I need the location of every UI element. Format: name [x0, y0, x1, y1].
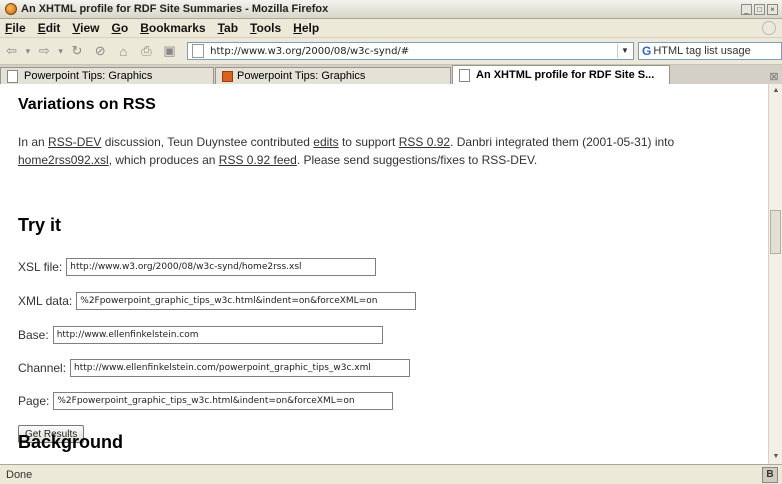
menu-tools[interactable]: Tools	[250, 21, 281, 35]
scroll-thumb[interactable]	[770, 210, 781, 254]
menu-file[interactable]: File	[5, 21, 26, 35]
row-channel: Channel:	[18, 359, 411, 377]
page-icon	[7, 69, 18, 83]
google-search-icon[interactable]: G	[642, 44, 651, 58]
page-icon	[192, 44, 205, 58]
forward-arrow-icon[interactable]: ⇨	[37, 43, 52, 59]
page-label: Page:	[18, 394, 50, 408]
url-text[interactable]: http://www.w3.org/2000/08/w3c-synd/#	[210, 46, 617, 57]
status-text: Done	[6, 468, 33, 481]
menu-bar: File Edit View Go Bookmarks Tab Tools He…	[0, 19, 782, 38]
status-badge[interactable]: B	[762, 466, 778, 483]
link-home2rss092[interactable]: home2rss092.xsl	[18, 153, 109, 167]
back-arrow-icon[interactable]: ⇦	[4, 43, 19, 59]
url-dropdown-icon[interactable]: ▼	[617, 44, 632, 58]
scroll-down-icon[interactable]: ▼	[770, 451, 782, 463]
intro-paragraph: In an RSS-DEV discussion, Teun Duynstee …	[18, 135, 675, 167]
xsl-file-label: XSL file:	[18, 260, 63, 274]
link-edits[interactable]: edits	[313, 135, 338, 149]
menu-help[interactable]: Help	[293, 21, 319, 35]
throbber-icon	[762, 21, 776, 35]
forward-dropdown-icon[interactable]: ▾	[57, 46, 65, 57]
row-xml-data: XML data:	[18, 292, 417, 310]
link-rss-092[interactable]: RSS 0.92	[399, 135, 450, 149]
tab-xhtml-profile[interactable]: An XHTML profile for RDF Site S...	[452, 65, 670, 84]
base-label: Base:	[18, 328, 49, 342]
navigation-toolbar: ⇦ ▾ ⇨ ▾ ↻ ⊘ ⌂ ⎙ ▣ http://www.w3.org/2000…	[0, 38, 782, 65]
xml-data-label: XML data:	[18, 294, 73, 308]
page-icon	[459, 68, 470, 82]
xml-data-input[interactable]	[76, 292, 417, 310]
tab-powerpoint-tips-1[interactable]: Powerpoint Tips: Graphics	[0, 67, 214, 84]
close-tab-icon[interactable]: ⊠	[768, 71, 780, 83]
home-icon[interactable]: ⌂	[116, 44, 131, 59]
title-bar: An XHTML profile for RDF Site Summaries …	[0, 0, 782, 19]
link-rss-092-feed[interactable]: RSS 0.92 feed	[219, 153, 297, 167]
tab-label: An XHTML profile for RDF Site S...	[476, 69, 655, 81]
channel-input[interactable]	[70, 359, 411, 377]
firefox-icon	[5, 3, 17, 15]
address-bar[interactable]: http://www.w3.org/2000/08/w3c-synd/# ▼	[187, 42, 634, 60]
tab-label: Powerpoint Tips: Graphics	[24, 70, 153, 82]
heading-background: Background	[18, 432, 124, 452]
close-button[interactable]: ×	[767, 3, 778, 15]
row-page: Page:	[18, 392, 394, 410]
tab-label: Powerpoint Tips: Graphics	[237, 70, 366, 82]
row-base: Base:	[18, 326, 383, 344]
menu-bookmarks[interactable]: Bookmarks	[140, 21, 205, 35]
search-text[interactable]: HTML tag list usage	[653, 45, 750, 57]
link-rss-dev[interactable]: RSS-DEV	[48, 135, 101, 149]
window-controls: _ □ ×	[741, 3, 778, 15]
heading-try-it: Try it	[18, 215, 62, 235]
print-icon[interactable]: ⎙	[139, 43, 154, 59]
tab-bar: Powerpoint Tips: Graphics Powerpoint Tip…	[0, 65, 782, 84]
channel-label: Channel:	[18, 361, 67, 375]
menu-edit[interactable]: Edit	[38, 21, 61, 35]
status-bar: Done B	[0, 464, 782, 484]
powerpoint-icon	[222, 70, 233, 82]
back-dropdown-icon[interactable]: ▾	[24, 46, 32, 57]
menu-view[interactable]: View	[72, 21, 99, 35]
menu-go[interactable]: Go	[112, 21, 129, 35]
vertical-scrollbar[interactable]: ▲ ▼	[768, 84, 782, 464]
minimize-button[interactable]: _	[741, 3, 752, 15]
xsl-file-input[interactable]	[66, 258, 377, 276]
maximize-button[interactable]: □	[754, 3, 765, 15]
menu-tab[interactable]: Tab	[218, 21, 238, 35]
heading-variations: Variations on RSS	[18, 96, 156, 113]
base-input[interactable]	[52, 326, 383, 344]
window-title: An XHTML profile for RDF Site Summaries …	[21, 3, 329, 15]
stop-icon[interactable]: ⊘	[93, 43, 108, 59]
page-input[interactable]	[53, 392, 394, 410]
tab-powerpoint-tips-2[interactable]: Powerpoint Tips: Graphics	[215, 67, 451, 84]
screenshot-icon[interactable]: ▣	[162, 43, 177, 59]
row-xsl-file: XSL file:	[18, 258, 377, 276]
scroll-up-icon[interactable]: ▲	[770, 85, 782, 97]
reload-icon[interactable]: ↻	[69, 43, 84, 59]
search-box[interactable]: G HTML tag list usage	[638, 42, 782, 60]
